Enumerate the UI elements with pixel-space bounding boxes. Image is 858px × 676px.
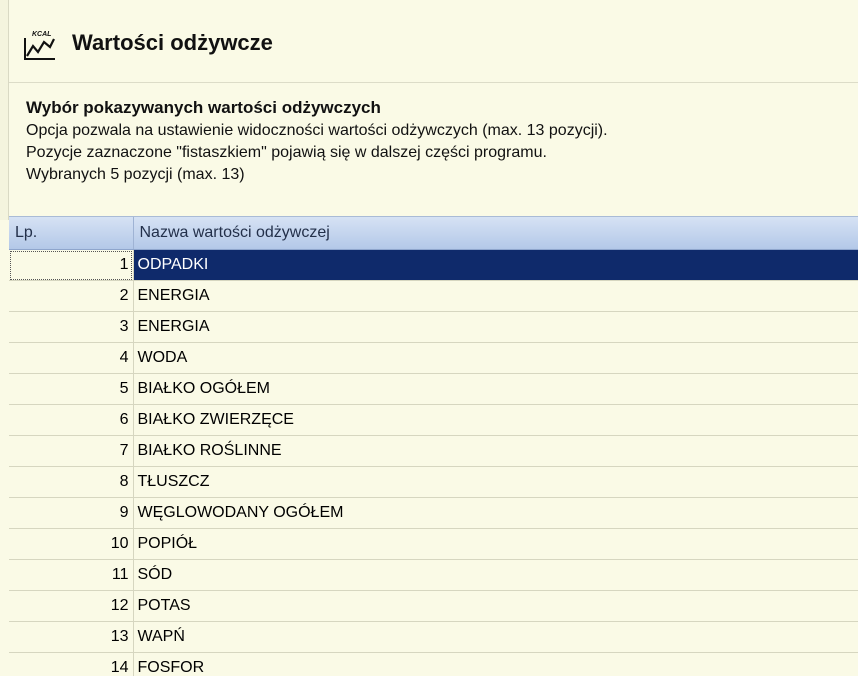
nutrient-name-cell[interactable]: ODPADKI: [133, 249, 858, 281]
table-row[interactable]: 1 ODPADKI: [9, 249, 858, 281]
nutrient-name-cell[interactable]: BIAŁKO OGÓŁEM: [133, 373, 858, 405]
table-row[interactable]: 11 SÓD: [9, 559, 858, 591]
page-title: Wartości odżywcze: [72, 30, 273, 55]
info-line-3: Wybranych 5 pozycji (max. 13): [26, 166, 245, 183]
nutrient-name-cell[interactable]: SÓD: [133, 559, 858, 591]
table-row[interactable]: 5 BIAŁKO OGÓŁEM: [9, 373, 858, 405]
table-row[interactable]: 14 FOSFOR: [9, 652, 858, 676]
table-row[interactable]: 7 BIAŁKO ROŚLINNE: [9, 435, 858, 467]
column-header-lp[interactable]: Lp.: [9, 217, 134, 250]
table-row[interactable]: 3 ENERGIA: [9, 311, 858, 343]
window-left-edge: [0, 0, 9, 220]
row-number-cell[interactable]: 14: [9, 652, 134, 676]
table-row[interactable]: 13 WAPŃ: [9, 621, 858, 653]
table-row[interactable]: 4 WODA: [9, 342, 858, 374]
table-row[interactable]: 12 POTAS: [9, 590, 858, 622]
table-row[interactable]: 9 WĘGLOWODANY OGÓŁEM: [9, 497, 858, 529]
nutrient-name-cell[interactable]: TŁUSZCZ: [133, 466, 858, 498]
nutrient-name-cell[interactable]: POTAS: [133, 590, 858, 622]
kcal-icon-label: KCAL: [32, 31, 51, 38]
table-row[interactable]: 10 POPIÓŁ: [9, 528, 858, 560]
row-number-cell[interactable]: 1: [9, 249, 134, 281]
info-line-2: Pozycje zaznaczone "fistaszkiem" pojawią…: [26, 144, 547, 161]
nutrient-name-cell[interactable]: BIAŁKO ROŚLINNE: [133, 435, 858, 467]
nutrient-name-cell[interactable]: WODA: [133, 342, 858, 374]
row-number-cell[interactable]: 2: [9, 280, 134, 312]
nutrient-name-cell[interactable]: WAPŃ: [133, 621, 858, 653]
row-number-cell[interactable]: 13: [9, 621, 134, 653]
nutrient-name-cell[interactable]: ENERGIA: [133, 280, 858, 312]
kcal-chart-icon: KCAL: [23, 28, 57, 62]
nutrient-name-cell[interactable]: FOSFOR: [133, 652, 858, 676]
info-line-1: Opcja pozwala na ustawienie widoczności …: [26, 122, 608, 139]
nutrient-name-cell[interactable]: POPIÓŁ: [133, 528, 858, 560]
nutrition-grid[interactable]: Lp. Nazwa wartości odżywczej 1 ODPADKI 2 EN…: [9, 216, 858, 676]
nutrient-name-cell[interactable]: ENERGIA: [133, 311, 858, 343]
row-number-cell[interactable]: 10: [9, 528, 134, 560]
column-header-name[interactable]: Nazwa wartości odżywczej: [133, 217, 858, 250]
grid-header-row: Lp. Nazwa wartości odżywczej: [9, 217, 858, 250]
title-bar: KCAL Wartości odżywcze: [9, 0, 858, 83]
table-row[interactable]: 8 TŁUSZCZ: [9, 466, 858, 498]
nutrient-name-cell[interactable]: BIAŁKO ZWIERZĘCE: [133, 404, 858, 436]
table-row[interactable]: 2 ENERGIA: [9, 280, 858, 312]
row-number-cell[interactable]: 7: [9, 435, 134, 467]
info-heading: Wybór pokazywanych wartości odżywczych: [26, 98, 381, 117]
row-number-cell[interactable]: 4: [9, 342, 134, 374]
row-number-cell[interactable]: 9: [9, 497, 134, 529]
info-panel: Wybór pokazywanych wartości odżywczych O…: [26, 96, 848, 186]
row-number-cell[interactable]: 6: [9, 404, 134, 436]
row-number-cell[interactable]: 12: [9, 590, 134, 622]
nutrition-table: Lp. Nazwa wartości odżywczej 1 ODPADKI 2 EN…: [9, 217, 858, 676]
nutrient-name-cell[interactable]: WĘGLOWODANY OGÓŁEM: [133, 497, 858, 529]
row-number-cell[interactable]: 5: [9, 373, 134, 405]
row-number-cell[interactable]: 3: [9, 311, 134, 343]
row-number-cell[interactable]: 11: [9, 559, 134, 591]
row-number-cell[interactable]: 8: [9, 466, 134, 498]
table-row[interactable]: 6 BIAŁKO ZWIERZĘCE: [9, 404, 858, 436]
